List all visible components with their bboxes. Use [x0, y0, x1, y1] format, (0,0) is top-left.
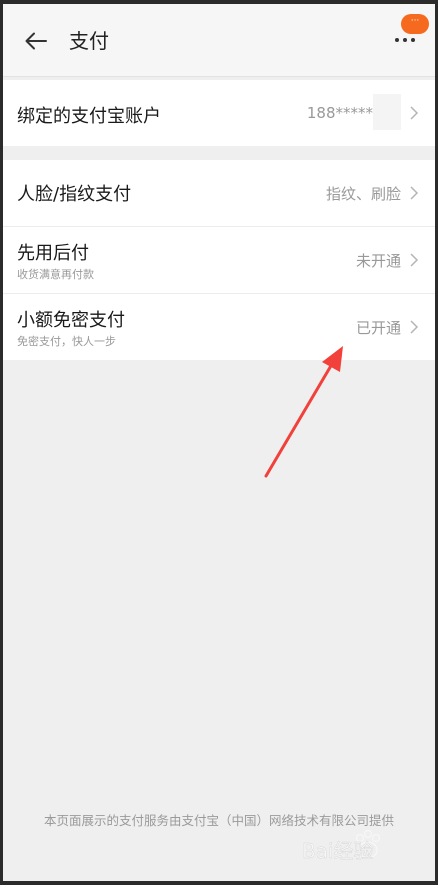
row-value: 指纹、刷脸 [325, 185, 401, 203]
more-menu-button[interactable]: ··· [391, 14, 429, 52]
chevron-right-icon [410, 320, 419, 334]
screen: 支付 ··· 绑定的支付宝账户 188***** 人脸/指纹支付 指纹、刷脸 先… [3, 4, 435, 881]
arrow-left-icon [25, 32, 47, 50]
privacy-mask [373, 94, 401, 130]
row-title: 小额免密支付 [17, 310, 125, 331]
chevron-right-icon [410, 106, 419, 120]
chevron-right-icon [410, 186, 419, 200]
face-fingerprint-pay-row[interactable]: 人脸/指纹支付 指纹、刷脸 [3, 160, 435, 227]
row-title: 先用后付 [17, 243, 89, 264]
top-bar: 支付 ··· [3, 4, 435, 77]
row-subtitle: 收货满意再付款 [17, 268, 94, 281]
row-value: 未开通 [355, 252, 401, 270]
chevron-right-icon [410, 253, 419, 267]
baidu-jingyan-watermark: Bai经验 [302, 829, 381, 863]
more-dots-icon [395, 38, 415, 42]
row-title: 绑定的支付宝账户 [17, 106, 161, 127]
account-group: 绑定的支付宝账户 188***** [3, 80, 435, 146]
row-title: 人脸/指纹支付 [17, 184, 132, 205]
watermark-text: Bai经验 [302, 839, 374, 863]
page-title: 支付 [69, 29, 109, 53]
notification-badge: ··· [401, 14, 429, 34]
back-button[interactable] [19, 26, 53, 56]
small-password-free-pay-row[interactable]: 小额免密支付 免密支付，快人一步 已开通 [3, 294, 435, 360]
row-value: 188***** [306, 104, 373, 122]
row-value: 已开通 [355, 319, 401, 337]
pay-later-row[interactable]: 先用后付 收货满意再付款 未开通 [3, 227, 435, 294]
payment-settings-group: 人脸/指纹支付 指纹、刷脸 先用后付 收货满意再付款 未开通 小额免密支付 免密… [3, 160, 435, 360]
alipay-account-row[interactable]: 绑定的支付宝账户 188***** [3, 80, 435, 146]
row-subtitle: 免密支付，快人一步 [17, 335, 116, 348]
